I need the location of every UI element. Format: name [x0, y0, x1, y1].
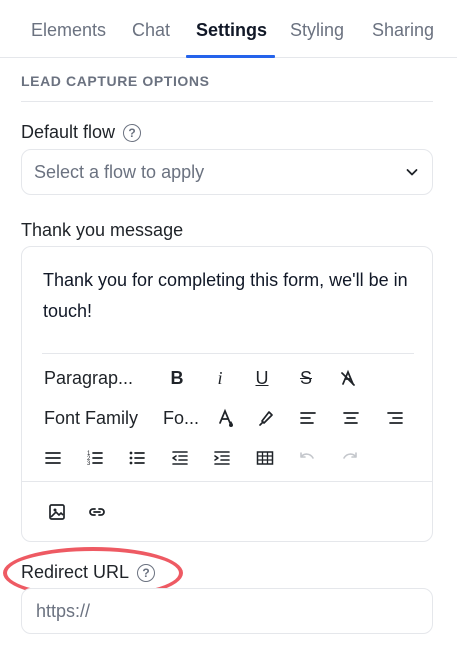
justify-icon[interactable]: [41, 446, 65, 470]
default-flow-label: Default flow ?: [21, 122, 142, 143]
tab-styling[interactable]: Styling: [290, 20, 344, 41]
default-flow-select[interactable]: Select a flow to apply: [21, 149, 433, 195]
tab-elements[interactable]: Elements: [31, 20, 106, 41]
redirect-url-label: Redirect URL ?: [21, 562, 156, 583]
svg-text:3: 3: [87, 461, 91, 467]
tab-sharing[interactable]: Sharing: [372, 20, 434, 41]
default-flow-label-text: Default flow: [21, 122, 116, 142]
table-icon[interactable]: [253, 446, 277, 470]
help-icon[interactable]: ?: [137, 563, 156, 582]
chevron-down-icon: [406, 169, 418, 176]
thank-you-label: Thank you message: [21, 220, 183, 241]
bullet-list-icon[interactable]: [125, 446, 149, 470]
thank-you-editor: Thank you for completing this form, we'l…: [21, 246, 433, 542]
redirect-url-label-text: Redirect URL: [21, 562, 130, 582]
default-flow-select-value: Select a flow to apply: [34, 161, 205, 182]
align-right-icon[interactable]: [383, 406, 407, 430]
underline-icon[interactable]: U: [250, 366, 274, 390]
redo-icon[interactable]: [338, 446, 362, 470]
font-family-dropdown[interactable]: Font Family: [44, 408, 138, 429]
editor-toolbar-divider: [42, 353, 414, 354]
italic-icon[interactable]: i: [208, 366, 232, 390]
tab-bar: Elements Chat Settings Styling Sharing: [0, 0, 457, 58]
font-size-dropdown[interactable]: Fo...: [163, 408, 199, 429]
paragraph-style-dropdown[interactable]: Paragrap...: [44, 368, 133, 389]
align-left-icon[interactable]: [296, 406, 320, 430]
redirect-url-input[interactable]: [21, 588, 433, 634]
editor-footer-divider: [22, 481, 432, 482]
numbered-list-icon[interactable]: 123: [83, 446, 107, 470]
tab-chat[interactable]: Chat: [132, 20, 170, 41]
highlight-icon[interactable]: [254, 406, 278, 430]
help-icon[interactable]: ?: [123, 123, 142, 142]
strikethrough-icon[interactable]: S: [294, 366, 318, 390]
section-divider: [21, 101, 433, 102]
tab-settings[interactable]: Settings: [196, 20, 267, 41]
bold-icon[interactable]: B: [165, 366, 189, 390]
undo-icon[interactable]: [295, 446, 319, 470]
outdent-icon[interactable]: [168, 446, 192, 470]
text-color-icon[interactable]: [214, 406, 238, 430]
align-center-icon[interactable]: [339, 406, 363, 430]
thank-you-label-text: Thank you message: [21, 220, 184, 240]
active-tab-indicator: [186, 55, 275, 58]
indent-icon[interactable]: [210, 446, 234, 470]
section-title: LEAD CAPTURE OPTIONS: [21, 73, 210, 89]
clear-format-icon[interactable]: [336, 366, 360, 390]
image-icon[interactable]: [45, 500, 69, 524]
link-icon[interactable]: [85, 500, 109, 524]
editor-content[interactable]: Thank you for completing this form, we'l…: [43, 265, 415, 327]
